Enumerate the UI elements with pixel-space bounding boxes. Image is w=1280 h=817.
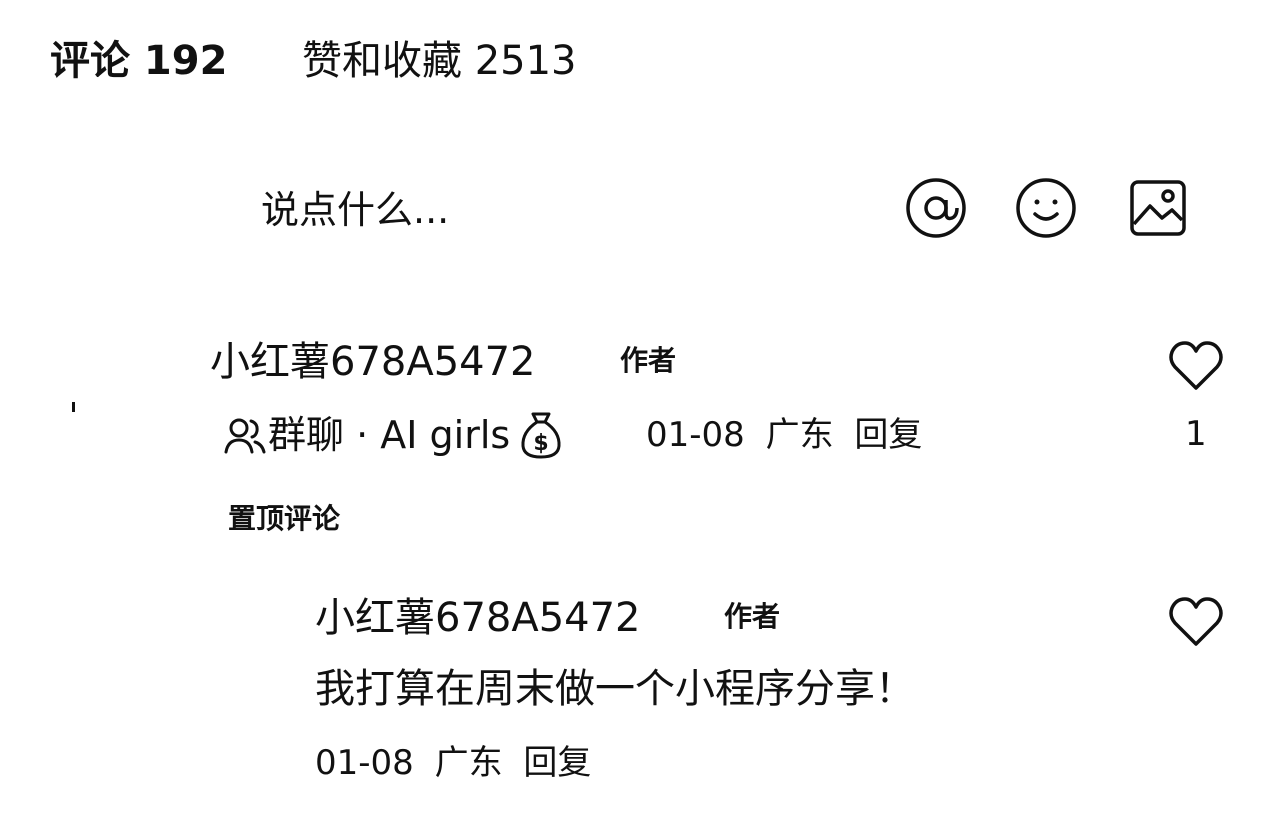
pinned-badge: 置顶评论 [228,502,341,535]
people-icon [222,412,268,458]
reply-button[interactable]: 回复 [523,743,591,783]
image-icon[interactable] [1126,176,1190,240]
author-badge: 作者 [724,600,781,633]
svg-text:$: $ [534,431,549,456]
tab-likes-favorites[interactable]: 赞和收藏 2513 [302,36,577,86]
avatar[interactable] [72,402,75,412]
author-badge: 作者 [620,344,677,377]
at-icon[interactable] [904,176,968,240]
comment-input[interactable] [255,178,887,242]
like-count: 1 [1185,414,1207,454]
reply-location: 广东 [434,743,503,783]
reply-content: 我打算在周末做一个小程序分享！ [315,666,915,712]
comment-meta: 01-08 广东 回复 [646,414,932,456]
reply-username[interactable]: 小红薯678A5472 [315,594,641,642]
tab-comments[interactable]: 评论 192 [50,36,227,86]
money-bag-icon: $ [518,410,564,460]
smiley-icon[interactable] [1014,176,1078,240]
reply-button[interactable]: 回复 [854,415,922,455]
heart-icon[interactable] [1168,596,1224,648]
group-chat-label: 群聊 · AI girls [268,413,511,457]
comment-date: 01-08 [646,415,745,455]
heart-icon[interactable] [1168,340,1224,392]
comment-username[interactable]: 小红薯678A5472 [210,338,536,386]
comment-input-area [255,178,887,242]
comment-location: 广东 [765,415,834,455]
reply-date: 01-08 [315,743,414,783]
reply-meta: 01-08 广东 回复 [315,742,601,784]
group-chat-link[interactable]: 群聊 · AI girls $ [222,410,564,460]
